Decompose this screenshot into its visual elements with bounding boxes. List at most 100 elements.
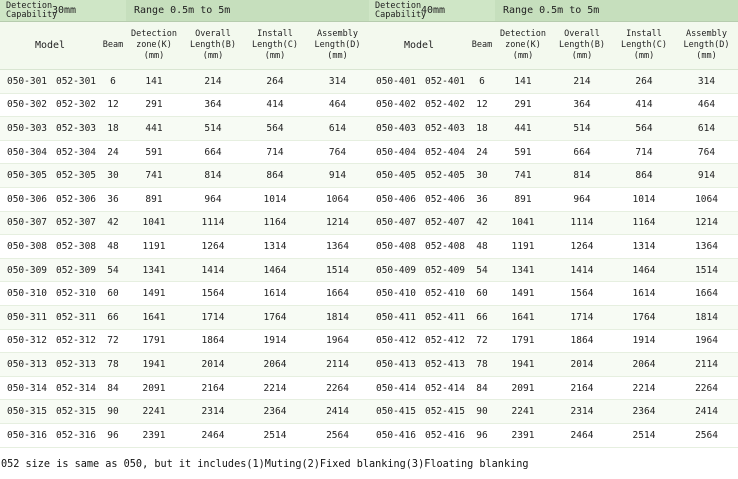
install-length-cell: 2364 xyxy=(613,399,675,424)
assembly-length-cell: 2264 xyxy=(675,376,738,401)
model-052-cell: 052-316 xyxy=(52,423,100,448)
overall-length-cell: 1564 xyxy=(182,281,244,306)
install-length-cell: 1014 xyxy=(613,187,675,212)
beam-header: Beam xyxy=(100,21,126,70)
overall-length-cell: 514 xyxy=(182,116,244,141)
beam-count-cell: 84 xyxy=(100,376,126,401)
model-052-cell: 052-307 xyxy=(52,211,100,236)
model-050-cell: 050-407 xyxy=(369,211,421,236)
install-length-cell: 2064 xyxy=(613,352,675,377)
install-length-cell: 564 xyxy=(244,116,306,141)
table-row: 050-313 052-313 78 1941 2014 2064 2114 xyxy=(0,352,370,377)
model-050-cell: 050-412 xyxy=(369,329,421,354)
detection-zone-cell: 291 xyxy=(495,93,551,118)
beam-count-cell: 96 xyxy=(469,423,495,448)
beam-count-cell: 6 xyxy=(100,69,126,94)
model-050-cell: 050-405 xyxy=(369,163,421,188)
assembly-length-cell: 1964 xyxy=(675,329,738,354)
overall-length-cell: 1114 xyxy=(182,211,244,236)
install-length-cell: 2214 xyxy=(613,376,675,401)
beam-count-cell: 18 xyxy=(100,116,126,141)
model-052-cell: 052-313 xyxy=(52,352,100,377)
assembly-length-cell: 2564 xyxy=(306,423,370,448)
assembly-length-cell: 2114 xyxy=(675,352,738,377)
assembly-length-cell: 1364 xyxy=(675,234,738,259)
overall-length-cell: 2164 xyxy=(551,376,613,401)
detection-zone-cell: 2241 xyxy=(495,399,551,424)
model-052-cell: 052-405 xyxy=(421,163,469,188)
assembly-length-cell: 1514 xyxy=(306,258,370,283)
model-052-cell: 052-409 xyxy=(421,258,469,283)
detection-zone-cell: 441 xyxy=(126,116,182,141)
detection-zone-header: Detection zone(K) (mm) xyxy=(126,21,182,70)
table-row: 050-306 052-306 36 891 964 1014 1064 xyxy=(0,187,370,212)
beam-count-cell: 78 xyxy=(469,352,495,377)
assembly-length-cell: 1964 xyxy=(306,329,370,354)
install-length-cell: 864 xyxy=(613,163,675,188)
overall-length-cell: 814 xyxy=(551,163,613,188)
install-length-cell: 264 xyxy=(244,69,306,94)
capability-size: 30mm xyxy=(52,0,126,22)
model-050-cell: 050-301 xyxy=(0,69,52,94)
install-length-cell: 414 xyxy=(613,93,675,118)
model-header: Model xyxy=(0,21,100,70)
model-header: Model xyxy=(369,21,469,70)
model-052-cell: 052-401 xyxy=(421,69,469,94)
install-length-cell: 1914 xyxy=(244,329,306,354)
beam-count-cell: 90 xyxy=(100,399,126,424)
install-length-cell: 2364 xyxy=(244,399,306,424)
table-row: 050-401 052-401 6 141 214 264 314 xyxy=(369,69,738,94)
model-052-cell: 052-402 xyxy=(421,93,469,118)
assembly-length-cell: 1514 xyxy=(675,258,738,283)
model-052-cell: 052-315 xyxy=(52,399,100,424)
model-050-cell: 050-305 xyxy=(0,163,52,188)
overall-length-cell: 1864 xyxy=(182,329,244,354)
beam-count-cell: 48 xyxy=(100,234,126,259)
model-050-cell: 050-409 xyxy=(369,258,421,283)
assembly-length-cell: 2264 xyxy=(306,376,370,401)
install-length-header-unit: (mm) xyxy=(264,51,286,61)
table-row: 050-310 052-310 60 1491 1564 1614 1664 xyxy=(0,281,370,306)
overall-length-cell: 2014 xyxy=(182,352,244,377)
overall-length-header-unit: (mm) xyxy=(571,51,593,61)
table-row: 050-308 052-308 48 1191 1264 1314 1364 xyxy=(0,234,370,259)
capability-size: 40mm xyxy=(421,0,495,22)
assembly-length-cell: 1664 xyxy=(306,281,370,306)
model-052-cell: 052-411 xyxy=(421,305,469,330)
assembly-length-cell: 1814 xyxy=(675,305,738,330)
beam-count-cell: 54 xyxy=(100,258,126,283)
assembly-length-cell: 1214 xyxy=(306,211,370,236)
model-052-cell: 052-403 xyxy=(421,116,469,141)
install-length-cell: 1164 xyxy=(244,211,306,236)
table-row: 050-414 052-414 84 2091 2164 2214 2264 xyxy=(369,376,738,401)
assembly-length-cell: 764 xyxy=(675,140,738,165)
model-052-cell: 052-302 xyxy=(52,93,100,118)
overall-length-cell: 814 xyxy=(182,163,244,188)
model-052-cell: 052-414 xyxy=(421,376,469,401)
table-row: 050-305 052-305 30 741 814 864 914 xyxy=(0,163,370,188)
beam-count-cell: 66 xyxy=(100,305,126,330)
assembly-length-cell: 464 xyxy=(675,93,738,118)
detection-zone-cell: 891 xyxy=(126,187,182,212)
install-length-cell: 564 xyxy=(613,116,675,141)
detection-zone-cell: 591 xyxy=(126,140,182,165)
model-050-cell: 050-411 xyxy=(369,305,421,330)
assembly-length-header: Assembly Length(D) (mm) xyxy=(675,21,738,70)
table-row: 050-412 052-412 72 1791 1864 1914 1964 xyxy=(369,329,738,354)
assembly-length-cell: 914 xyxy=(675,163,738,188)
detection-zone-header-unit: (mm) xyxy=(512,51,534,61)
assembly-length-cell: 614 xyxy=(306,116,370,141)
detection-zone-cell: 1941 xyxy=(495,352,551,377)
table-row: 050-312 052-312 72 1791 1864 1914 1964 xyxy=(0,329,370,354)
assembly-length-header-label: Assembly Length(D) xyxy=(683,29,730,50)
table-row: 050-402 052-402 12 291 364 414 464 xyxy=(369,93,738,118)
table-row: 050-311 052-311 66 1641 1714 1764 1814 xyxy=(0,305,370,330)
table-row: 050-405 052-405 30 741 814 864 914 xyxy=(369,163,738,188)
assembly-length-header-unit: (mm) xyxy=(696,51,717,61)
detection-zone-cell: 2241 xyxy=(126,399,182,424)
detection-zone-header-unit: (mm) xyxy=(143,51,165,61)
capability-label: Detection Capability xyxy=(369,0,426,22)
overall-length-cell: 1114 xyxy=(551,211,613,236)
table-row: 050-315 052-315 90 2241 2314 2364 2414 xyxy=(0,399,370,424)
assembly-length-header-label: Assembly Length(D) xyxy=(314,29,361,50)
